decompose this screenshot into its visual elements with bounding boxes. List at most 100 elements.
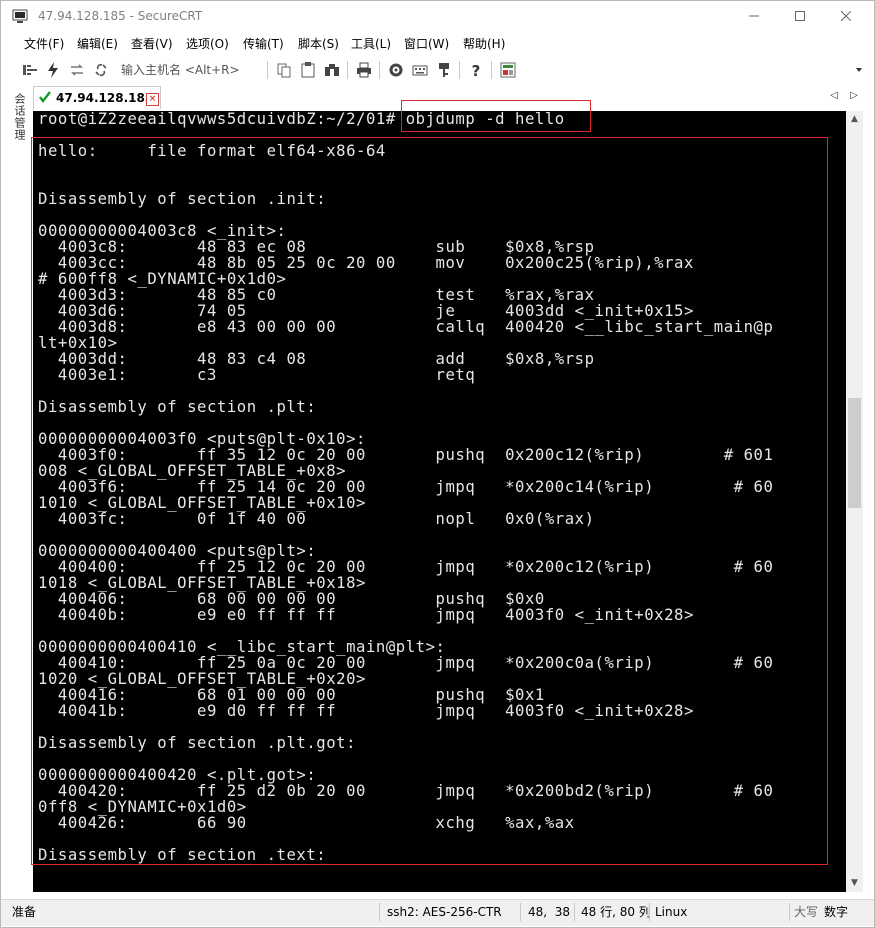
maximize-button[interactable] <box>777 1 823 31</box>
terminal-line: 400406: 68 00 00 00 00 pushq $0x0 <box>38 590 545 608</box>
terminal-line: 400426: 66 90 xchg %ax,%ax <box>38 814 575 832</box>
help-question-icon[interactable]: ? <box>467 61 485 79</box>
terminal-line: 00000000004003f0 <puts@plt-0x10>: <box>38 430 366 448</box>
toolbar-overflow-chevron-icon[interactable] <box>856 68 862 72</box>
settings-gear-icon[interactable] <box>387 61 405 79</box>
copy-icon[interactable] <box>275 61 293 79</box>
connected-check-icon <box>39 91 51 103</box>
connect-icon[interactable] <box>21 61 39 79</box>
menu-edit[interactable]: 编辑(E) <box>77 36 118 52</box>
tab-scroll-left-icon[interactable]: ◁ <box>828 90 840 102</box>
keymap-icon[interactable] <box>411 61 429 79</box>
session-tab-active[interactable]: 47.94.128.185 × <box>33 86 161 109</box>
terminal-line: 400400: ff 25 12 0c 20 00 jmpq *0x200c12… <box>38 558 774 576</box>
menu-bar: 文件(F) 编辑(E) 查看(V) 选项(O) 传输(T) 脚本(S) 工具(L… <box>1 33 874 55</box>
terminal-line: 00000000004003c8 <_init>: <box>38 222 287 240</box>
menu-options[interactable]: 选项(O) <box>186 36 229 52</box>
menu-view[interactable]: 查看(V) <box>131 36 173 52</box>
key-agent-icon[interactable] <box>435 61 453 79</box>
terminal-line: 4003e1: c3 retq <box>38 366 476 384</box>
close-icon <box>841 11 851 21</box>
terminal-line: 1020 <_GLOBAL_OFFSET_TABLE_+0x20> <box>38 670 366 688</box>
disconnect-link-icon[interactable] <box>92 61 110 79</box>
maximize-icon <box>795 11 805 21</box>
terminal-view[interactable]: root@iZ2zeeailqvwws5dcuivdbZ:~/2/01# obj… <box>33 111 846 892</box>
terminal-line: lt+0x10> <box>38 334 118 352</box>
toolbar-separator <box>459 61 460 79</box>
scrollbar-thumb[interactable] <box>848 398 861 508</box>
print-icon[interactable] <box>355 61 373 79</box>
session-tab-bar: 47.94.128.185 × ◁ ▷ <box>31 84 874 110</box>
terminal-line: 0ff8 <_DYNAMIC+0x1d0> <box>38 798 247 816</box>
terminal-line: 40041b: e9 d0 ff ff ff jmpq 4003f0 <_ini… <box>38 702 694 720</box>
terminal-line: 4003cc: 48 8b 05 25 0c 20 00 mov 0x200c2… <box>38 254 694 272</box>
toolbar-separator <box>491 61 492 79</box>
terminal-line: 40040b: e9 e0 ff ff ff jmpq 4003f0 <_ini… <box>38 606 694 624</box>
terminal-line: Disassembly of section .init: <box>38 190 327 208</box>
sftp-session-icon[interactable] <box>499 61 517 79</box>
menu-file[interactable]: 文件(F) <box>24 36 64 52</box>
session-tab-label: 47.94.128.185 <box>56 91 154 105</box>
terminal-scrollbar[interactable]: ▲ ▼ <box>846 111 863 892</box>
toolbar-separator <box>379 61 380 79</box>
terminal-line: 1018 <_GLOBAL_OFFSET_TABLE_+0x18> <box>38 574 366 592</box>
terminal-line: 4003fc: 0f 1f 40 00 nopl 0x0(%rax) <box>38 510 595 528</box>
terminal-line: # 600ff8 <_DYNAMIC+0x1d0> <box>38 270 287 288</box>
terminal-line: Disassembly of section .text: <box>38 846 327 864</box>
menu-window[interactable]: 窗口(W) <box>404 36 449 52</box>
terminal-line: 4003f0: ff 35 12 0c 20 00 pushq 0x200c12… <box>38 446 774 464</box>
status-cursor-position: 48, 38 <box>528 905 570 919</box>
find-binoculars-icon[interactable] <box>323 61 341 79</box>
terminal-line: 008 <_GLOBAL_OFFSET_TABLE_+0x8> <box>38 462 347 480</box>
securecrt-window: 47.94.128.185 - SecureCRT 文件(F) 编辑(E) 查看… <box>0 0 875 928</box>
status-encryption: ssh2: AES-256-CTR <box>387 905 502 919</box>
terminal-line: 400420: ff 25 d2 0b 20 00 jmpq *0x200bd2… <box>38 782 774 800</box>
paste-icon[interactable] <box>299 61 317 79</box>
terminal-line: Disassembly of section .plt: <box>38 398 317 416</box>
status-ready: 准备 <box>12 905 37 919</box>
status-num-lock: 数字 <box>824 905 849 919</box>
scroll-down-icon[interactable]: ▼ <box>846 875 863 892</box>
tab-scroll-right-icon[interactable]: ▷ <box>848 90 860 102</box>
menu-tools[interactable]: 工具(L) <box>351 36 391 52</box>
status-separator <box>520 903 521 921</box>
quick-connect-input[interactable]: 输入主机名 <Alt+R> <box>121 63 240 77</box>
terminal-line: 400416: 68 01 00 00 00 pushq $0x1 <box>38 686 545 704</box>
terminal-line: Disassembly of section .plt.got: <box>38 734 357 752</box>
scroll-up-icon[interactable]: ▲ <box>846 111 863 128</box>
close-button[interactable] <box>823 1 869 31</box>
quick-connect-bolt-icon[interactable] <box>44 61 62 79</box>
tab-close-icon[interactable]: × <box>146 93 159 106</box>
terminal-line: 0000000000400400 <puts@plt>: <box>38 542 317 560</box>
title-bar: 47.94.128.185 - SecureCRT <box>1 1 874 33</box>
toolbar-separator <box>347 61 348 79</box>
terminal-line: 4003dd: 48 83 c4 08 add $0x8,%rsp <box>38 350 595 368</box>
terminal-output: root@iZ2zeeailqvwws5dcuivdbZ:~/2/01# obj… <box>38 111 773 863</box>
menu-script[interactable]: 脚本(S) <box>298 36 339 52</box>
session-manager-pane[interactable]: 会话管理 <box>7 89 26 151</box>
terminal-line: 4003c8: 48 83 ec 08 sub $0x8,%rsp <box>38 238 595 256</box>
status-terminal-type: Linux <box>655 905 688 919</box>
reconnect-icon[interactable] <box>68 61 86 79</box>
window-title: 47.94.128.185 - SecureCRT <box>38 9 203 23</box>
terminal-line: hello: file format elf64-x86-64 <box>38 142 386 160</box>
status-separator <box>379 903 380 921</box>
terminal-line: 4003f6: ff 25 14 0c 20 00 jmpq *0x200c14… <box>38 478 774 496</box>
status-bar: 准备 ssh2: AES-256-CTR 48, 38 48 行, 80 列 L… <box>1 899 874 926</box>
terminal-line: 4003d6: 74 05 je 4003dd <_init+0x15> <box>38 302 694 320</box>
terminal-line: 0000000000400410 <__libc_start_main@plt>… <box>38 638 446 656</box>
menu-transfer[interactable]: 传输(T) <box>243 36 284 52</box>
menu-help[interactable]: 帮助(H) <box>463 36 505 52</box>
terminal-line: 0000000000400420 <.plt.got>: <box>38 766 317 784</box>
minimize-button[interactable] <box>731 1 777 31</box>
status-separator <box>649 903 650 921</box>
